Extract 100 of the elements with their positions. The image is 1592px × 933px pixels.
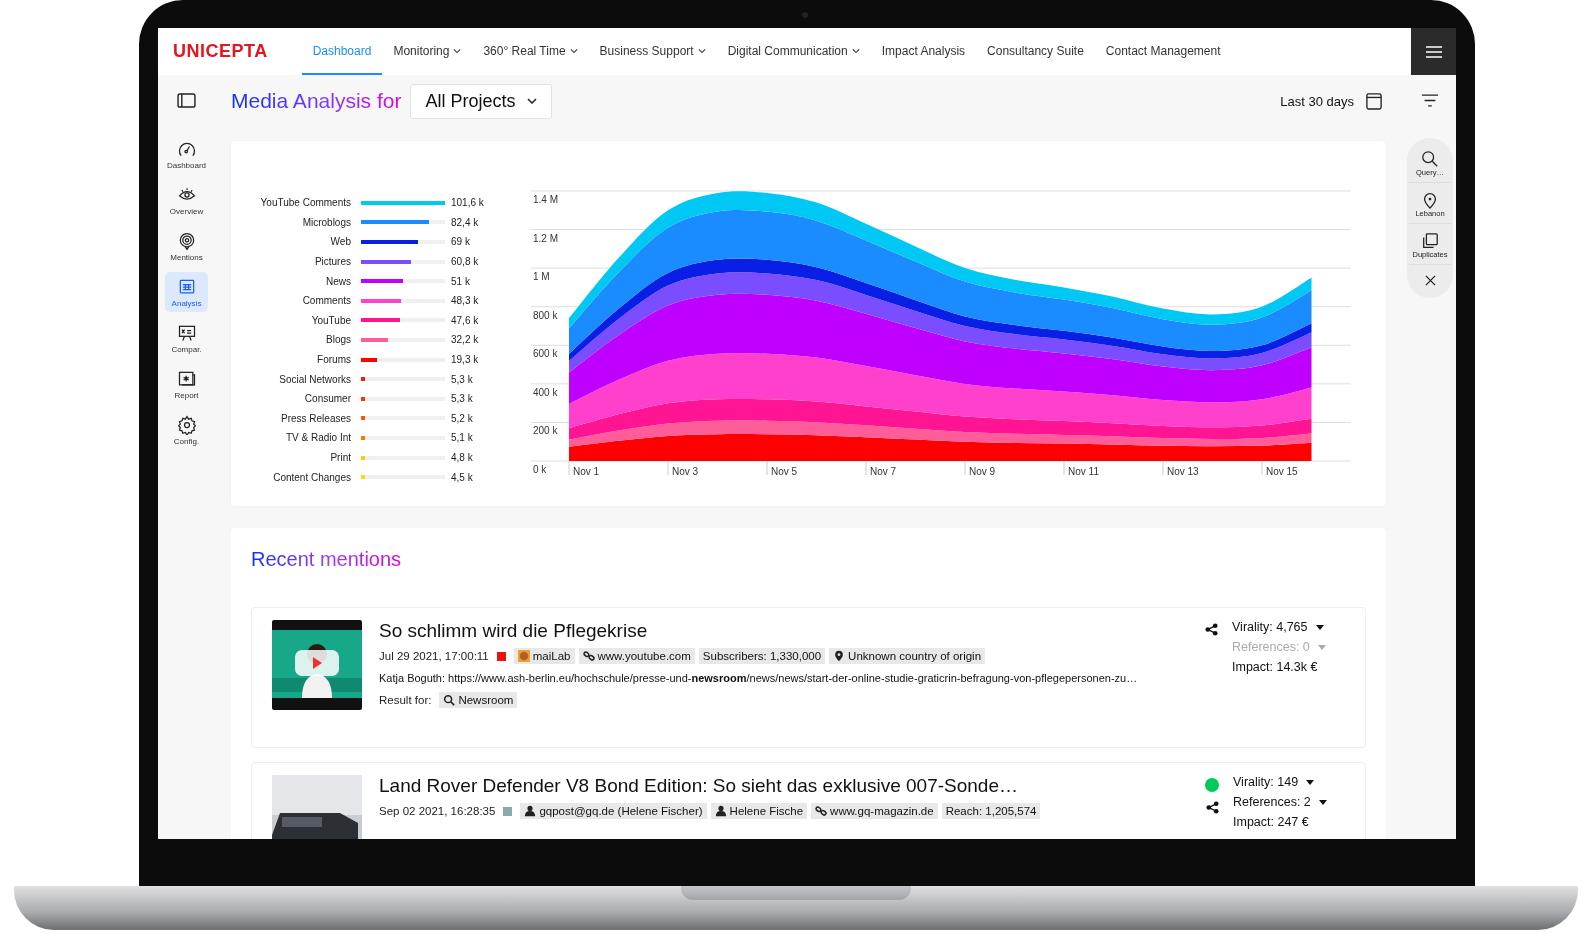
meta-tag[interactable]: Unknown country of origin [829, 648, 986, 664]
axis-label: Nov 5 [771, 466, 798, 477]
axis-label: Nov 9 [969, 466, 996, 477]
mention-card[interactable] [251, 607, 1366, 748]
sidebar-item[interactable]: Dashboard [165, 134, 208, 174]
axis-label: 200 k [533, 425, 558, 437]
meta-tag[interactable]: Subscribers: 1,330,000 [698, 648, 826, 664]
menu-button[interactable] [1411, 28, 1456, 75]
source-value: 5,3 k [451, 373, 473, 385]
axis-label: Nov 15 [1266, 466, 1298, 477]
search-icon [1421, 150, 1439, 168]
calendar-icon[interactable] [1366, 92, 1382, 110]
logo[interactable]: UNICEPTA [173, 41, 268, 62]
user-icon [524, 805, 537, 817]
project-dropdown[interactable]: All Projects [410, 83, 553, 119]
source-value: 60,8 k [451, 256, 479, 268]
sidebar-toggle-icon[interactable] [177, 93, 196, 108]
stat-dropdown[interactable]: Virality: 149 [1233, 775, 1327, 789]
nav-tab[interactable]: 360° Real Time [472, 28, 589, 75]
stat-dropdown[interactable]: References: 2 [1233, 795, 1327, 809]
caret-icon [1315, 624, 1324, 630]
stat-dropdown[interactable]: Impact: 247 € [1233, 815, 1327, 829]
axis-label: 800 k [533, 309, 558, 321]
source-value: 5,1 k [451, 432, 473, 444]
source-value: 4,8 k [451, 452, 473, 463]
source-label: Web [329, 236, 352, 248]
stat-dropdown[interactable]: Impact: 14.3k € [1232, 660, 1326, 674]
user-icon [714, 805, 727, 817]
source-value: 82,4 k [451, 216, 479, 228]
share-icon[interactable] [1205, 623, 1218, 636]
sidebar-item[interactable]: Compar. [165, 318, 208, 358]
nav-tab[interactable]: Dashboard [301, 28, 383, 75]
mention-title[interactable]: Land Rover Defender V8 Bond Edition: So sieht das exklusive 007-Sonde… [379, 775, 1188, 797]
sidebar-item[interactable]: Report [165, 364, 208, 404]
mention-date: Jul 29 2021, 17:00:11 [379, 650, 489, 662]
sidebar-item[interactable]: Overview [165, 180, 208, 220]
copy-icon [1421, 232, 1439, 250]
source-label: Social Networks [278, 373, 352, 385]
meta-tag[interactable]: maiLab [513, 648, 575, 664]
chevron-icon [569, 47, 578, 54]
source-value: 19,3 k [451, 354, 479, 366]
source-value: 47,6 k [451, 314, 479, 326]
sidebar-item[interactable]: Mentions [165, 226, 208, 266]
mention-title[interactable]: So schlimm wird die Pflegekrise [379, 620, 1188, 642]
chevron-icon [697, 47, 706, 54]
axis-label: Nov 13 [1167, 466, 1199, 477]
source-value: 5,3 k [451, 393, 473, 405]
source-value: 101,6 k [451, 197, 484, 209]
source-value: 5,2 k [451, 412, 473, 424]
caret-icon [1318, 799, 1327, 805]
search-icon [443, 694, 456, 706]
query-tag[interactable]: Newsroom [439, 692, 518, 708]
mention-snippet: Katja Boguth: https://www.ash-berlin.eu/hochschule/presse-und-newsroom/news/news/start-der-online-studie-graticrin-befragung-von-pflegepersonen-zu… [379, 671, 1139, 686]
axis-label: 600 k [533, 348, 558, 360]
meta-tag[interactable]: www.gq-magazin.de [811, 803, 938, 819]
sidebar-item[interactable]: Analysis [165, 272, 208, 312]
source-label: Microblogs [301, 216, 352, 228]
filter-icon[interactable] [1421, 94, 1439, 107]
axis-label: 400 k [533, 386, 558, 398]
source-label: Blogs [325, 334, 352, 346]
stat-dropdown[interactable]: Virality: 4,765 [1232, 620, 1326, 634]
caret-icon [1306, 779, 1315, 785]
link-icon [815, 805, 828, 817]
pin-icon [833, 650, 846, 662]
source-label: YouTube [310, 314, 352, 326]
source-label: Consumer [303, 393, 352, 405]
avatar-icon [517, 650, 530, 662]
nav-tab[interactable]: Impact Analysis [870, 28, 977, 75]
nav-tab[interactable]: Consultancy Suite [976, 28, 1095, 75]
source-label: News [325, 275, 352, 287]
source-value: 48,3 k [451, 295, 479, 307]
menu-icon [1425, 45, 1442, 58]
chevron-icon [527, 98, 538, 104]
share-icon[interactable] [1205, 801, 1219, 814]
date-range[interactable]: Last 30 days [1280, 93, 1354, 109]
caret-icon [1317, 644, 1326, 650]
source-label: Pictures [313, 256, 352, 268]
source-value: 69 k [451, 236, 470, 248]
axis-label: Nov 3 [672, 466, 699, 477]
close-icon[interactable] [1424, 275, 1436, 286]
meta-tag[interactable]: gqpost@gq.de (Helene Fischer) [520, 803, 707, 819]
source-label: Print [329, 452, 352, 463]
sidebar-item[interactable]: Config. [165, 410, 208, 450]
axis-label: 1 M [533, 271, 550, 283]
source-label: Forums [316, 354, 352, 366]
axis-label: 1.4 M [533, 194, 558, 205]
pin-icon [1421, 191, 1439, 209]
nav-tab[interactable]: Monitoring [382, 28, 473, 75]
nav-tab[interactable]: Business Support [588, 28, 717, 75]
axis-label: 0 k [533, 464, 547, 475]
source-label: Press Releases [279, 412, 352, 424]
meta-tag[interactable]: Helene Fische [710, 803, 808, 819]
meta-tag[interactable]: www.youtube.com [578, 648, 695, 664]
axis-label: 1.2 M [533, 232, 558, 244]
source-label: Content Changes [272, 471, 352, 483]
source-value: 4,5 k [451, 471, 473, 483]
nav-tab[interactable]: Contact Management [1094, 28, 1232, 75]
source-value: 51 k [451, 275, 470, 287]
nav-tab[interactable]: Digital Communication [716, 28, 871, 75]
meta-tag[interactable]: Reach: 1,205,574 [941, 803, 1041, 819]
